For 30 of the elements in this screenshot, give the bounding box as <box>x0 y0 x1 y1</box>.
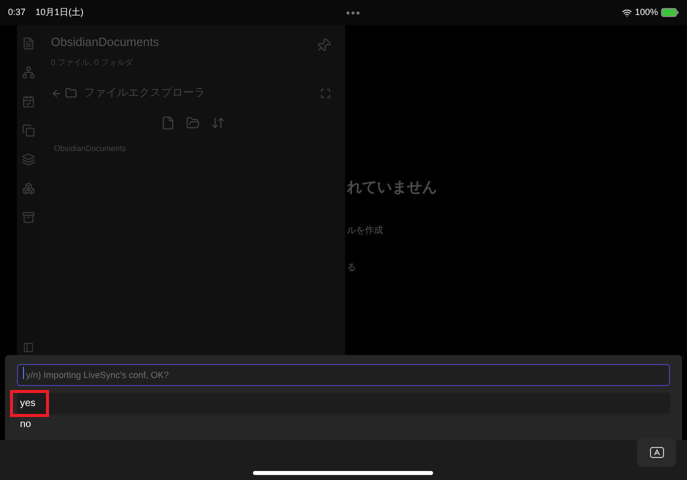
vault-name: ObsidianDocuments <box>51 34 160 51</box>
folder-icon <box>65 87 77 100</box>
expand-icon[interactable] <box>320 88 331 99</box>
keyboard-icon <box>650 447 664 458</box>
text-cursor <box>23 367 24 379</box>
battery-icon <box>661 8 679 17</box>
status-date: 10月1日(土) <box>36 6 84 19</box>
sidebar-toggle-icon[interactable] <box>23 342 34 353</box>
status-time: 0:37 <box>8 6 26 19</box>
suggestion-item[interactable]: yes <box>17 393 670 414</box>
empty-state-heading: れていません <box>347 178 438 198</box>
sort-icon[interactable] <box>210 116 224 130</box>
calendar-icon[interactable] <box>22 95 35 108</box>
prompt-input[interactable]: y/n) Importing LiveSync's conf, OK? <box>17 364 670 386</box>
layers-icon[interactable] <box>22 153 35 166</box>
archive-icon[interactable] <box>22 211 35 224</box>
graph-icon[interactable] <box>22 66 35 79</box>
boxes-icon[interactable] <box>22 182 35 195</box>
new-folder-icon[interactable] <box>186 116 200 130</box>
empty-state-link[interactable]: ルを作成 <box>347 224 687 237</box>
new-file-icon[interactable] <box>160 116 174 130</box>
suggestion-item[interactable]: no <box>17 414 670 435</box>
keyboard-button[interactable] <box>637 438 676 467</box>
document-icon[interactable] <box>22 37 35 50</box>
wifi-icon <box>622 8 632 18</box>
battery-percent: 100% <box>634 6 658 19</box>
copy-icon[interactable] <box>22 124 35 137</box>
more-icon <box>346 10 360 14</box>
back-arrow-icon[interactable] <box>51 88 62 99</box>
empty-state-link[interactable]: る <box>347 261 687 274</box>
